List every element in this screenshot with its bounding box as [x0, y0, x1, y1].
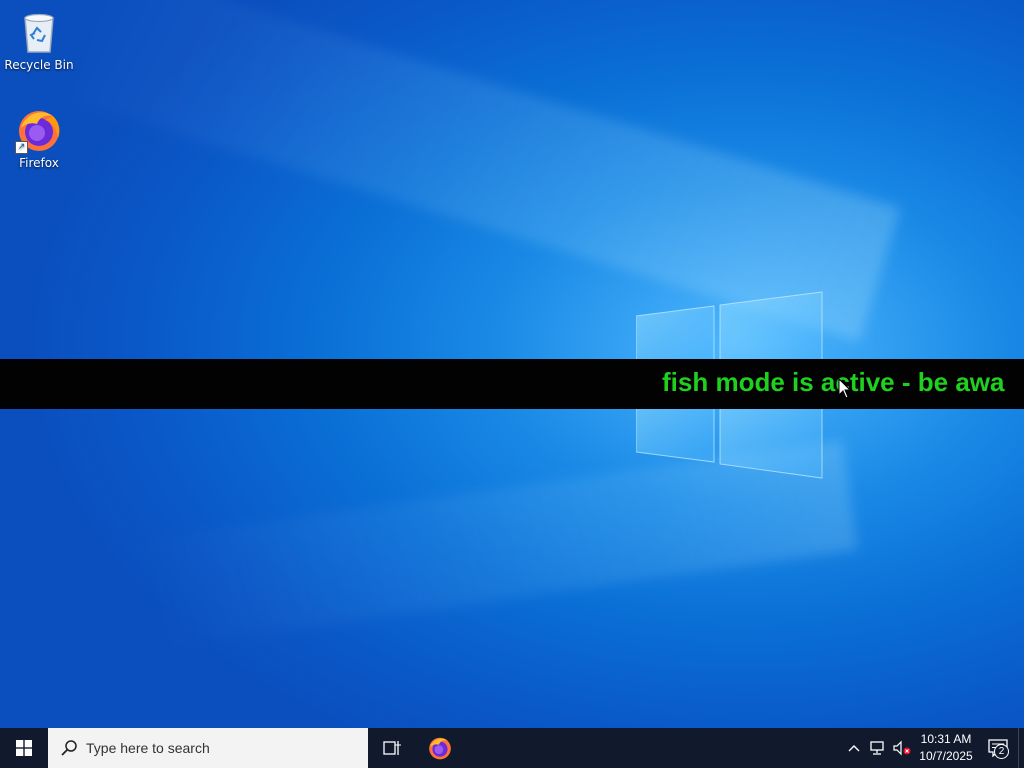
firefox-icon: ↗: [15, 106, 63, 154]
volume-button[interactable]: [890, 728, 914, 768]
action-center-button[interactable]: 2: [978, 728, 1018, 768]
taskbar: Type here to search 10:31 AM 10/7/2025 2: [0, 728, 1024, 768]
volume-muted-icon: [893, 740, 911, 756]
banner-text: fish mode is active - be awa: [662, 367, 1005, 397]
desktop-icon-label: Firefox: [19, 156, 59, 170]
clock-date: 10/7/2025: [919, 749, 973, 763]
shortcut-arrow-icon: ↗: [15, 141, 28, 154]
task-view-icon: [383, 741, 401, 755]
task-view-button[interactable]: [368, 728, 416, 768]
mouse-cursor-icon: [838, 378, 852, 399]
network-button[interactable]: [866, 728, 890, 768]
desktop-icon-firefox[interactable]: ↗ Firefox: [1, 106, 77, 170]
fish-mode-banner: fish mode is active - be awa: [0, 359, 1024, 409]
clock-time: 10:31 AM: [920, 732, 972, 746]
network-icon: [870, 741, 884, 755]
taskbar-search-input[interactable]: Type here to search: [48, 728, 368, 768]
notification-count-badge: 2: [994, 744, 1009, 759]
search-placeholder: Type here to search: [86, 740, 210, 756]
chevron-up-icon: [848, 745, 860, 752]
desktop-icon-label: Recycle Bin: [4, 58, 74, 72]
taskbar-firefox-button[interactable]: [416, 728, 464, 768]
taskbar-clock[interactable]: 10:31 AM 10/7/2025: [914, 731, 978, 765]
recycle-bin-icon: [15, 8, 63, 56]
system-tray: 10:31 AM 10/7/2025 2: [842, 728, 1024, 768]
firefox-icon: [429, 737, 451, 760]
show-hidden-icons-button[interactable]: [842, 728, 866, 768]
start-button[interactable]: [0, 728, 48, 768]
windows-start-icon: [16, 740, 32, 756]
search-icon: [61, 740, 77, 756]
desktop-icon-recycle-bin[interactable]: Recycle Bin: [1, 8, 77, 72]
show-desktop-button[interactable]: [1018, 728, 1024, 768]
